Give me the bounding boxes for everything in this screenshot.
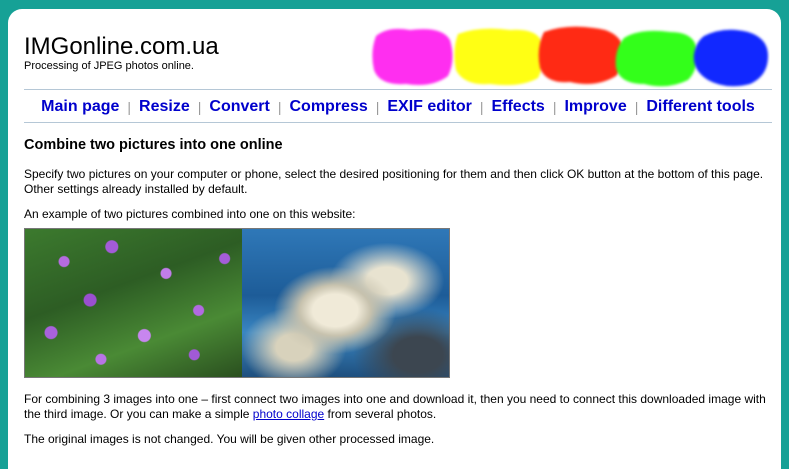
site-subtitle: Processing of JPEG photos online.: [24, 60, 194, 72]
red-blob: [538, 26, 624, 85]
green-blob: [615, 30, 697, 87]
nav-separator: |: [127, 99, 132, 115]
nav-effects[interactable]: Effects: [491, 98, 544, 116]
nav-main-page[interactable]: Main page: [41, 98, 119, 116]
pink-blob: [372, 28, 453, 85]
page-card: IMGonline.com.ua Processing of JPEG phot…: [8, 9, 781, 469]
nav-separator: |: [634, 99, 639, 115]
nav-top-rule: [24, 89, 772, 90]
nav-improve[interactable]: Improve: [564, 98, 626, 116]
nav-separator: |: [552, 99, 557, 115]
combine-three-text-end: from several photos.: [324, 407, 437, 421]
example-sky-image: [242, 229, 449, 377]
nav-bottom-rule: [24, 122, 772, 123]
page-heading: Combine two pictures into one online: [24, 137, 283, 153]
site-title[interactable]: IMGonline.com.ua: [24, 35, 219, 59]
example-caption: An example of two pictures combined into…: [24, 207, 356, 221]
nav-separator: |: [197, 99, 202, 115]
example-combined-image: [24, 228, 450, 378]
main-nav: Main page | Resize | Convert | Compress …: [24, 95, 772, 119]
photo-collage-link[interactable]: photo collage: [253, 407, 324, 421]
original-note: The original images is not changed. You …: [24, 432, 435, 446]
nav-compress[interactable]: Compress: [289, 98, 367, 116]
intro-text: Specify two pictures on your computer or…: [24, 167, 764, 196]
nav-convert[interactable]: Convert: [209, 98, 269, 116]
blue-blob: [693, 29, 768, 87]
nav-resize[interactable]: Resize: [139, 98, 190, 116]
main-content: Combine two pictures into one online Spe…: [24, 133, 769, 457]
color-blobs-graphic: [372, 26, 768, 87]
color-blobs-logo: [370, 24, 770, 90]
example-flowers-image: [25, 229, 242, 377]
nav-separator: |: [277, 99, 282, 115]
nav-exif-editor[interactable]: EXIF editor: [387, 98, 471, 116]
yellow-blob: [454, 28, 544, 86]
combine-three-text: For combining 3 images into one – first …: [24, 392, 769, 422]
nav-separator: |: [375, 99, 380, 115]
nav-different-tools[interactable]: Different tools: [646, 98, 754, 116]
nav-separator: |: [479, 99, 484, 115]
